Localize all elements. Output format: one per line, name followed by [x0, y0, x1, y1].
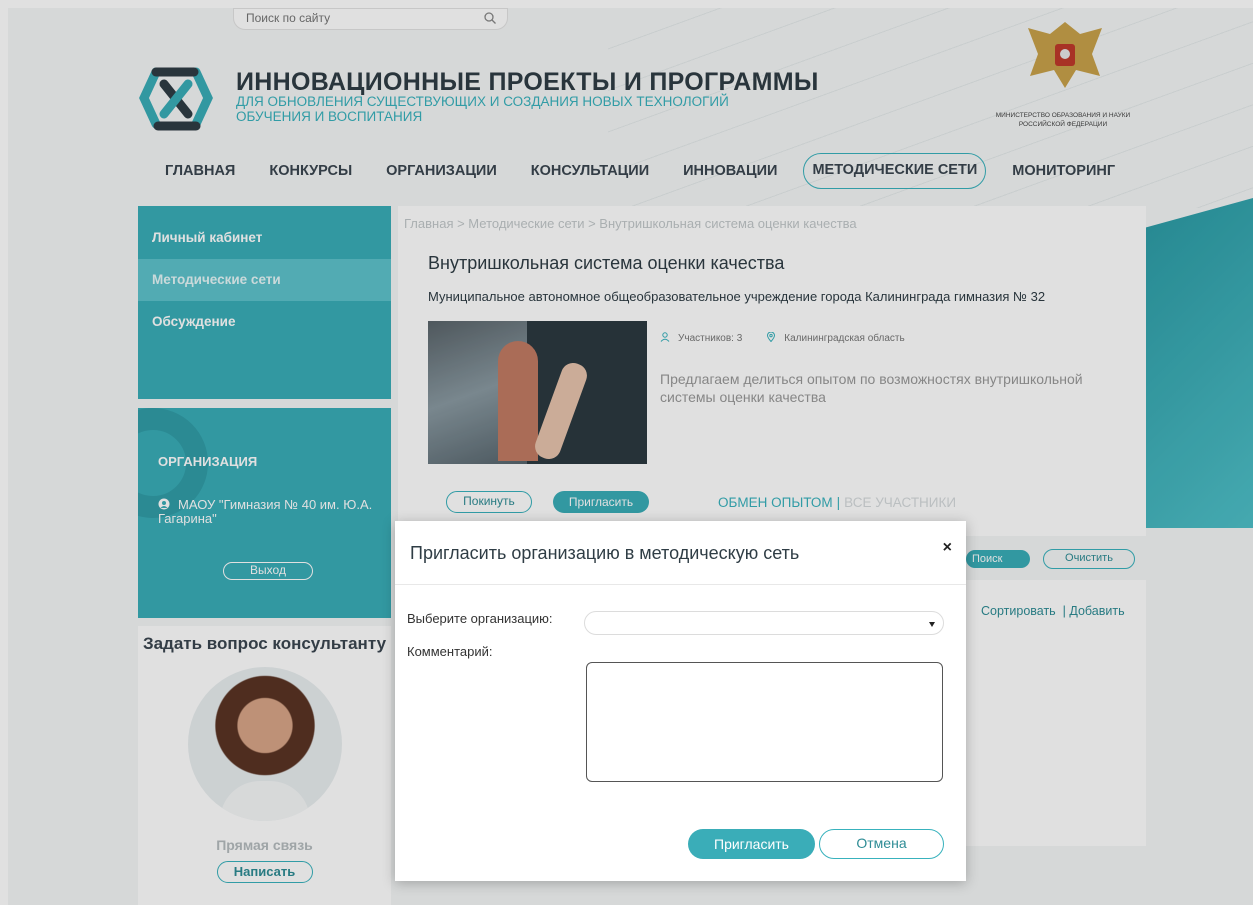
modal-title: Пригласить организацию в методическую се… — [410, 543, 800, 563]
comment-textarea[interactable] — [586, 662, 943, 782]
invite-organization-modal: Пригласить организацию в методическую се… — [395, 521, 966, 881]
modal-invite-button[interactable]: Пригласить — [688, 829, 815, 859]
organization-select-label: Выберите организацию: — [407, 611, 553, 626]
modal-cancel-button[interactable]: Отмена — [819, 829, 944, 859]
close-icon[interactable]: × — [943, 539, 952, 557]
chevron-down-icon[interactable] — [929, 622, 935, 627]
comment-label: Комментарий: — [407, 644, 493, 659]
modal-header: Пригласить организацию в методическую се… — [395, 521, 966, 585]
organization-select[interactable] — [584, 611, 944, 635]
